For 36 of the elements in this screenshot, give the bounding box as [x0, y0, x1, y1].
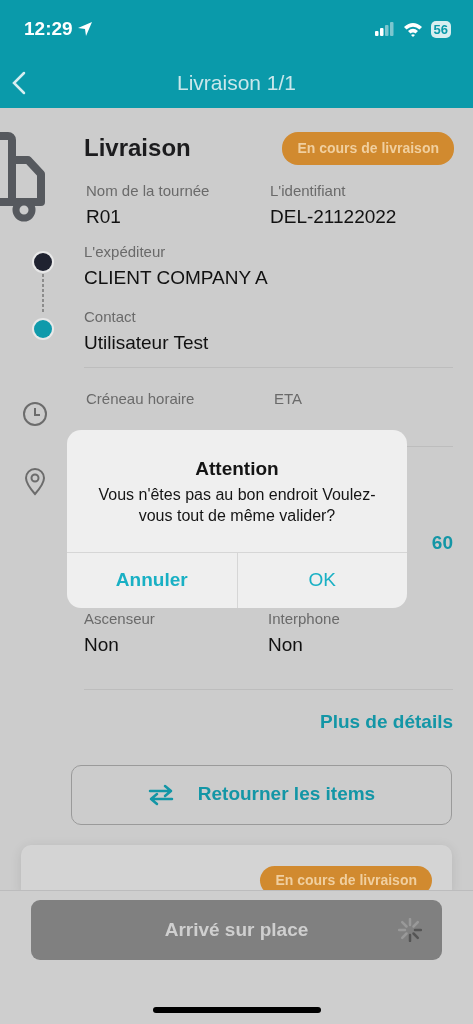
arrived-button[interactable]: Arrivé sur place	[31, 900, 442, 960]
field-value: Non	[84, 632, 120, 657]
field-label: Contact	[84, 307, 137, 327]
truck-icon	[0, 130, 46, 222]
back-button[interactable]	[12, 70, 26, 95]
location-arrow-icon	[76, 21, 93, 37]
field-label: ETA	[274, 389, 304, 409]
cancel-button[interactable]: Annuler	[67, 552, 237, 608]
status-badge: En cours de livraison	[282, 131, 454, 165]
field-label: Interphone	[268, 609, 341, 629]
field-label: L'identifiant	[270, 181, 347, 201]
return-items-button[interactable]: Retourner les items	[71, 764, 452, 825]
dialog-message: Vous n'êtes pas au bon endroit Voulez-vous tout de même valider?	[97, 484, 377, 526]
field-label: Créneau horaire	[86, 389, 196, 409]
details-link[interactable]: Plus de détails	[319, 708, 453, 737]
field-label: Ascenseur	[84, 609, 156, 629]
section-title: Livraison	[84, 133, 191, 163]
location-pin-icon	[24, 468, 46, 496]
field-label: Nom de la tournée	[86, 181, 211, 201]
swap-arrows-icon	[147, 783, 174, 806]
clock-time: 12:29	[24, 16, 73, 41]
field-value: Non	[268, 632, 304, 657]
field-value: R01	[86, 204, 122, 229]
clock-icon	[22, 401, 48, 427]
field-value: Utilisateur Test	[84, 330, 210, 355]
dialog-title: Attention	[194, 457, 280, 481]
field-label: L'expéditeur	[84, 242, 167, 262]
chevron-left-icon	[12, 70, 26, 95]
field-value: DEL-21122022	[270, 204, 398, 229]
field-value: CLIENT COMPANY A	[84, 265, 269, 290]
battery-level: 56	[430, 20, 451, 38]
screen-title: Livraison 1/1	[176, 70, 297, 97]
wifi-icon	[402, 21, 423, 37]
ok-button[interactable]: OK	[236, 552, 407, 608]
phone-number[interactable]: 60	[431, 529, 453, 558]
signal-icon	[374, 22, 395, 36]
